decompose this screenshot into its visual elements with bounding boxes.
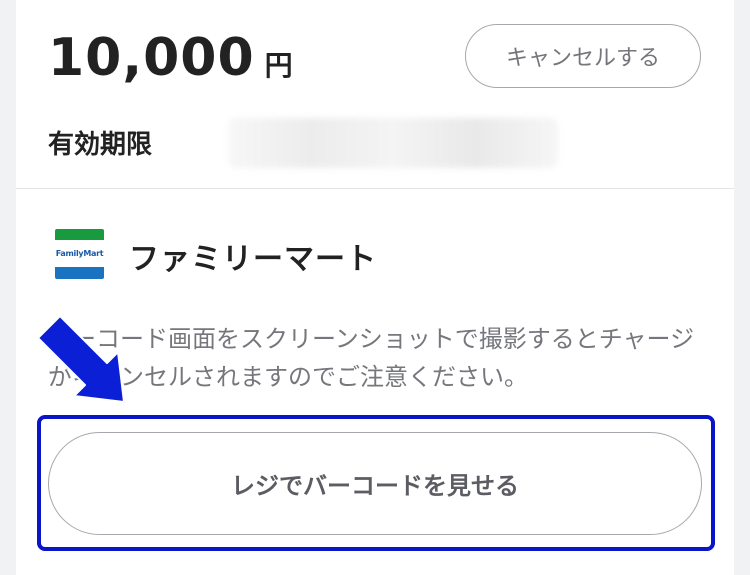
down-right-arrow-icon [37, 315, 125, 403]
expiry-label: 有効期限 [48, 130, 153, 160]
screenshot-notice: バーコード画面をスクリーンショットで撮影するとチャージがキャンセルされますのでご… [48, 325, 695, 391]
divider [16, 188, 734, 189]
logo-text: FamilyMart [55, 240, 104, 267]
charge-amount: 10,000 円 [48, 28, 293, 88]
store-name: ファミリーマート [129, 242, 377, 277]
amount-unit: 円 [264, 49, 293, 82]
amount-value: 10,000 [48, 28, 255, 88]
show-barcode-button[interactable]: レジでバーコードを見せる [48, 432, 702, 535]
expiry-value-blurred [228, 118, 558, 168]
familymart-logo: FamilyMart [55, 229, 104, 279]
cancel-button[interactable]: キャンセルする [465, 24, 701, 88]
